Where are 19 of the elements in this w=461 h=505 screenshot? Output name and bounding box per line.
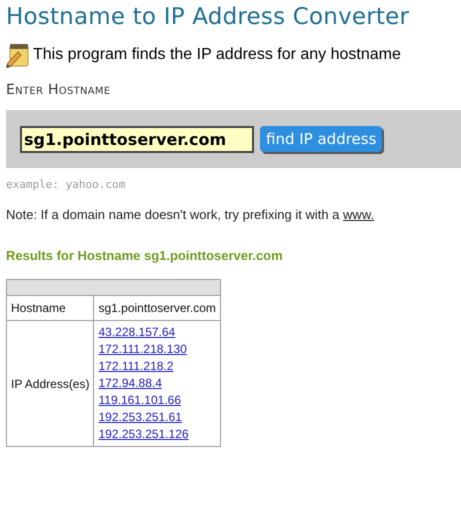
ip-link[interactable]: 172.94.88.4 (98, 375, 216, 392)
www-link[interactable]: www. (343, 207, 374, 222)
page-title: Hostname to IP Address Converter (6, 4, 410, 30)
ip-link[interactable]: 192.253.251.61 (98, 409, 216, 426)
ip-link[interactable]: 172.111.218.2 (98, 358, 216, 375)
ip-link[interactable]: 192.253.251.126 (98, 426, 216, 443)
example-hint: example: yahoo.com (6, 178, 126, 191)
notepad-pencil-icon (6, 42, 30, 68)
section-label: Enter Hostname (6, 82, 112, 98)
ip-link[interactable]: 43.228.157.64 (98, 324, 216, 341)
ip-link[interactable]: 119.161.101.66 (98, 392, 216, 409)
table-cell: sg1.pointtoserver.com (94, 296, 220, 320)
intro-text: This program finds the IP address for any hostname (33, 46, 401, 64)
table-cell: IP Address(es) (6, 320, 94, 446)
table-cell: Hostname (6, 296, 94, 320)
hostname-field[interactable]: sg1.pointtoserver.com (20, 126, 254, 152)
ip-link[interactable]: 172.111.218.130 (98, 341, 216, 358)
results-heading: Results for Hostname sg1.pointtoserver.com (6, 248, 284, 263)
note-text: Note: If a domain name doesn't work, try prefixing it with a www. (6, 207, 376, 222)
